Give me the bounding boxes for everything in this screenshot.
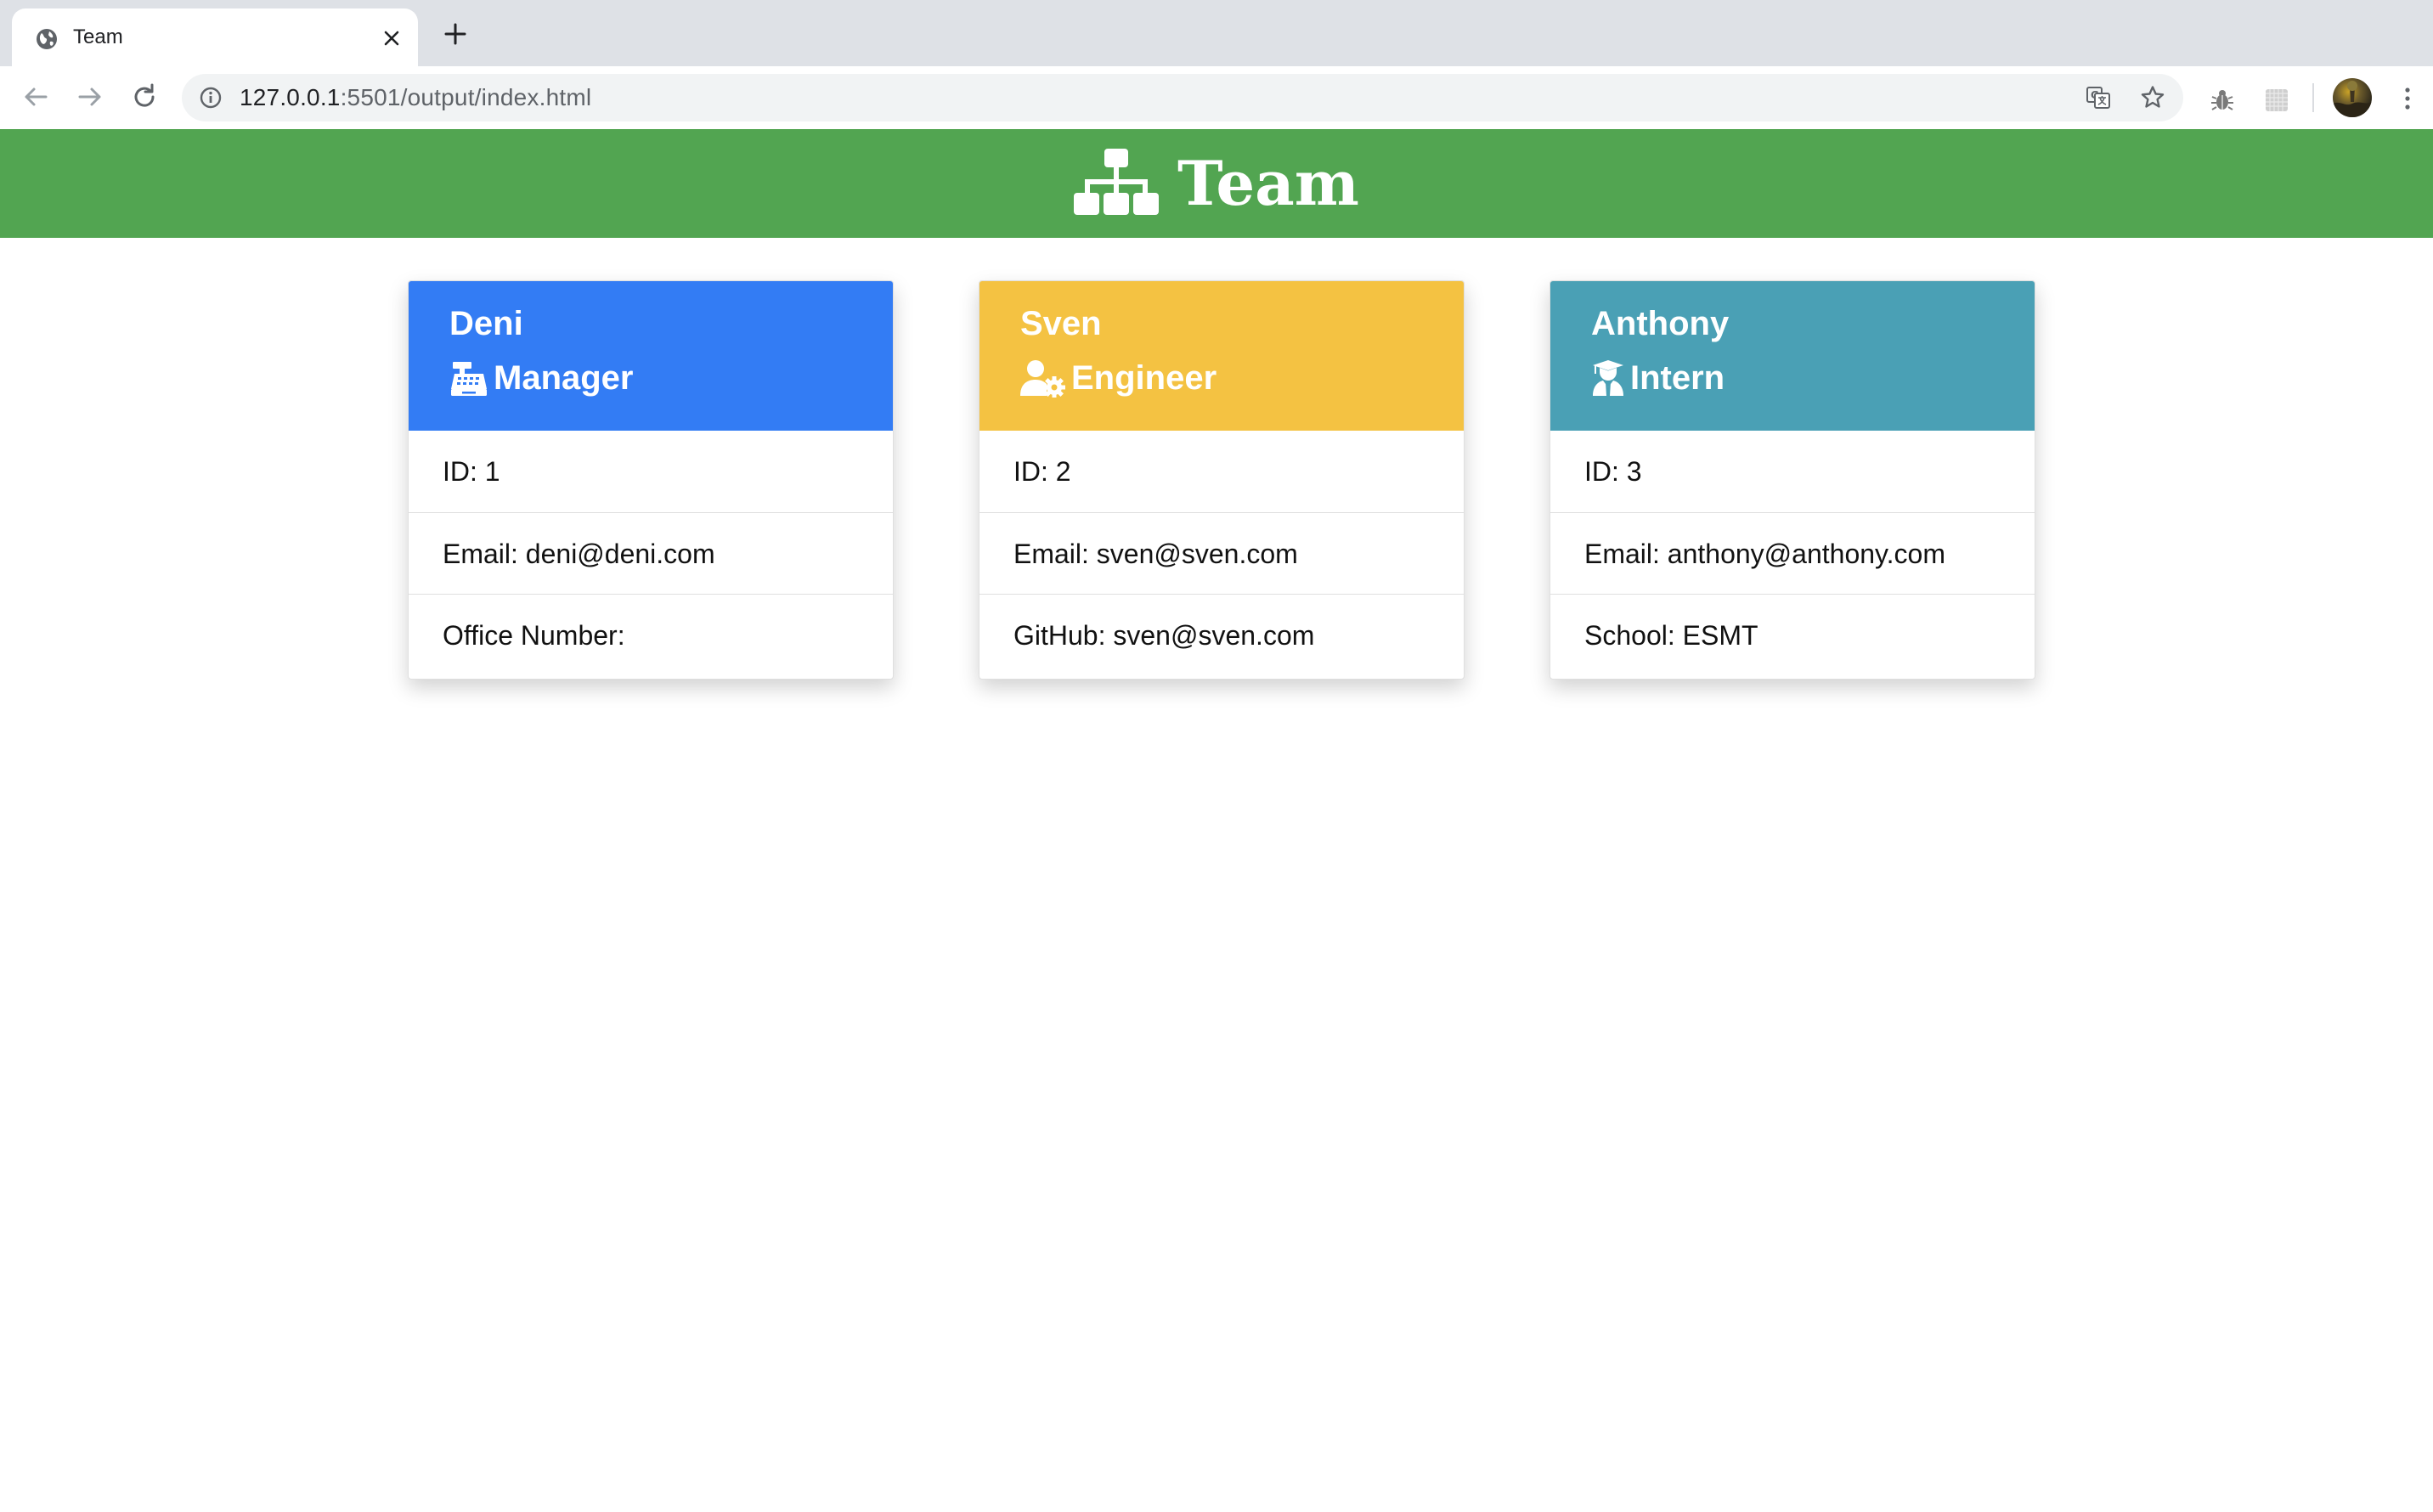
cash-register-icon [451,362,487,396]
address-bar[interactable]: 127.0.0.1:5501/output/index.html G [182,74,2183,121]
employee-role-label: Manager [494,359,634,397]
sitemap-icon [1074,149,1160,215]
url-host: 127.0.0.1 [240,84,341,110]
browser-tab-strip: Team [0,0,2433,66]
employee-details: ID: 2 Email: sven@sven.com GitHub: sven@… [979,431,1464,675]
translate-icon[interactable]: G [2085,84,2112,111]
employee-role: Engineer [1020,356,1216,400]
employee-office-number: Office Number: [409,594,893,675]
employee-card-intern: Anthony Intern ID: 3 Email: anthony@anth… [1550,280,2035,680]
employee-role: Manager [449,356,634,400]
employee-email: Email: sven@sven.com [979,512,1464,594]
new-tab-icon[interactable] [442,20,469,48]
grid-extension-icon[interactable] [2263,87,2290,114]
bookmark-star-icon[interactable] [2139,84,2166,111]
reload-icon[interactable] [127,80,161,114]
browser-tab[interactable]: Team [12,8,418,66]
employee-details: ID: 1 Email: deni@deni.com Office Number… [409,431,893,675]
profile-avatar[interactable] [2333,78,2372,117]
card-header: Deni Manager [409,281,893,431]
employee-id: ID: 3 [1584,456,1642,487]
card-header: Sven Engineer [979,281,1464,431]
employee-details: ID: 3 Email: anthony@anthony.com School:… [1550,431,2035,675]
employee-card-manager: Deni Manager ID: 1 Email: deni@deni.com … [408,280,894,680]
employee-school: School: ESMT [1550,594,2035,675]
url-path: :5501/output/index.html [340,84,592,110]
employee-role-label: Intern [1630,359,1725,397]
employee-name: Anthony [1591,305,1730,342]
avatar-image [2333,81,2372,117]
card-header: Anthony Intern [1550,281,2035,431]
page-title: Team [1177,147,1359,219]
employee-card-engineer: Sven Engineer ID: 2 Email: sven@sven.com… [979,280,1465,680]
browser-toolbar: 127.0.0.1:5501/output/index.html G [0,66,2433,130]
info-icon[interactable] [199,86,223,110]
employee-role-label: Engineer [1071,359,1217,397]
employee-name: Deni [449,305,523,342]
employee-id: ID: 1 [443,456,500,487]
bug-extension-icon[interactable] [2209,87,2236,114]
forward-arrow-icon[interactable] [73,80,107,114]
employee-github: GitHub: sven@sven.com [979,594,1464,675]
user-cog-icon [1020,360,1065,398]
back-arrow-icon[interactable] [19,80,53,114]
globe-icon [37,29,57,49]
employee-name: Sven [1020,305,1102,342]
employee-email: Email: deni@deni.com [409,512,893,594]
team-cards: Deni Manager ID: 1 Email: deni@deni.com … [408,280,2035,688]
browser-tab-title: Team [73,25,123,48]
toolbar-divider [2312,83,2314,112]
employee-id: ID: 2 [1013,456,1071,487]
more-menu-icon[interactable] [2396,83,2419,114]
page-header: Team [0,129,2433,238]
url-text[interactable]: 127.0.0.1:5501/output/index.html [240,82,591,113]
employee-email: Email: anthony@anthony.com [1550,512,2035,594]
user-graduate-icon [1593,360,1623,396]
employee-role: Intern [1591,356,1725,400]
close-tab-icon[interactable] [379,25,404,51]
